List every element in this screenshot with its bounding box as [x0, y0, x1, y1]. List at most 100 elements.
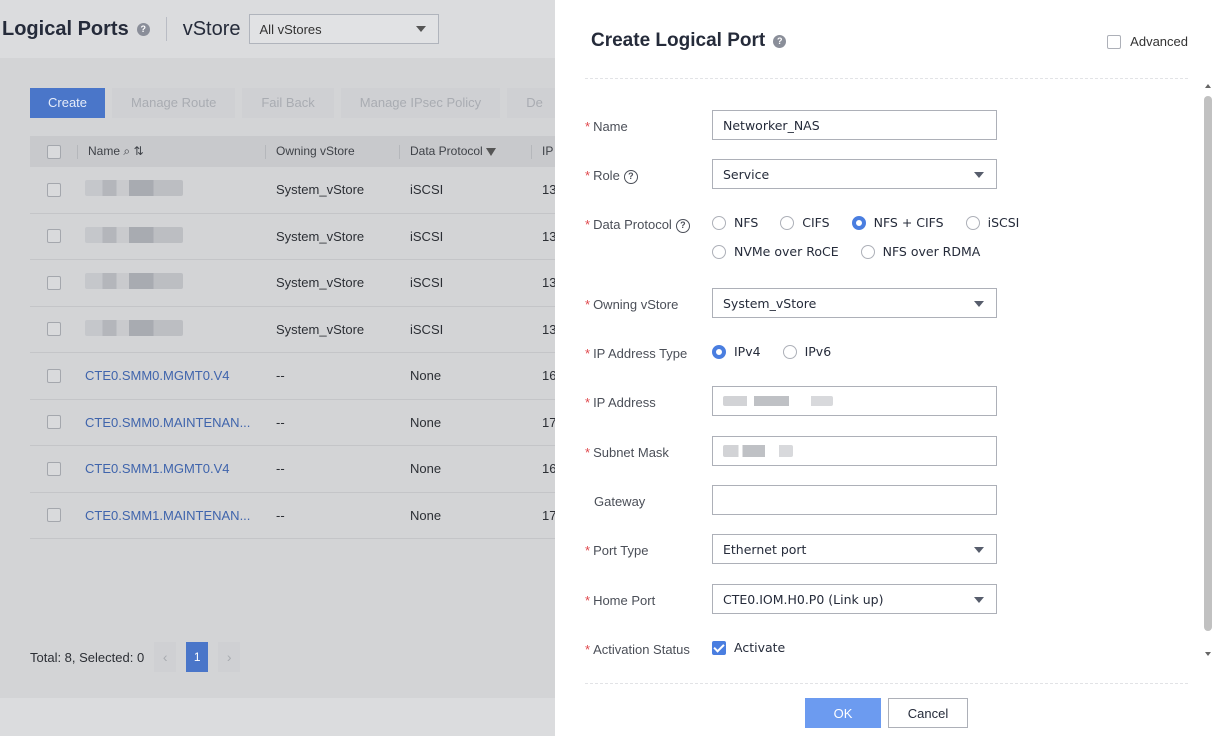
activate-toggle[interactable]: Activate: [712, 633, 785, 655]
row-checkbox[interactable]: [46, 508, 61, 523]
home-port-select[interactable]: CTE0.IOM.H0.P0 (Link up): [712, 584, 997, 614]
activation-status-label: Activation Status: [593, 642, 690, 657]
row-checkbox[interactable]: [46, 415, 61, 430]
sort-icon[interactable]: ⇅: [133, 144, 143, 158]
row-checkbox[interactable]: [46, 368, 61, 383]
row-checkbox[interactable]: [46, 229, 61, 244]
redacted-value: [723, 396, 833, 406]
radio-iscsi[interactable]: iSCSI: [965, 215, 1019, 230]
gateway-input[interactable]: [712, 485, 997, 515]
data-protocol-radio-group: NFS CIFS NFS + CIFS iSCSI NVMe over RoCE…: [712, 208, 1052, 259]
table-row[interactable]: System_vStore iSCSI 13: [30, 167, 560, 214]
port-type-select[interactable]: Ethernet port: [712, 534, 997, 564]
table-row[interactable]: CTE0.SMM1.MAINTENAN... -- None 17: [30, 493, 560, 539]
next-page-button[interactable]: ›: [218, 642, 241, 672]
activate-label: Activate: [734, 640, 786, 655]
drawer-title: Create Logical Port ?: [591, 30, 787, 52]
radio-nfs-over-rdma[interactable]: NFS over RDMA: [860, 244, 980, 259]
filter-icon[interactable]: [485, 147, 496, 156]
subnet-mask-row: * Subnet Mask: [585, 436, 997, 466]
radio-nfs-cifs[interactable]: NFS + CIFS: [851, 215, 944, 230]
manage-route-button[interactable]: Manage Route: [112, 88, 236, 118]
scroll-up-icon[interactable]: [1205, 84, 1211, 88]
ip-address-type-row: * IP Address Type IPv4 IPv6: [585, 337, 1052, 361]
vstore-select[interactable]: All vStores: [248, 14, 439, 44]
radio-ipv4[interactable]: IPv4: [712, 344, 761, 359]
advanced-toggle[interactable]: Advanced: [1107, 34, 1188, 49]
create-button[interactable]: Create: [30, 88, 106, 118]
delete-button[interactable]: De: [507, 88, 562, 118]
page-title: Logical Ports: [2, 17, 129, 40]
select-all-checkbox[interactable]: [46, 144, 61, 159]
port-name-link[interactable]: CTE0.SMM1.MAINTENAN...: [85, 508, 250, 523]
owning-vstore-cell: System_vStore: [276, 182, 365, 198]
table-row[interactable]: CTE0.SMM1.MGMT0.V4 -- None 16: [30, 446, 560, 493]
selection-summary: Total: 8, Selected: 0: [30, 649, 145, 665]
role-select[interactable]: Service: [712, 159, 997, 189]
data-protocol-cell: iSCSI: [410, 275, 444, 291]
data-protocol-row: * Data Protocol? NFS CIFS NFS + CIFS iSCS…: [585, 208, 1052, 259]
owning-vstore-row: * Owning vStore System_vStore: [585, 288, 997, 318]
chevron-down-icon: [974, 547, 984, 553]
logical-ports-card: Create Manage Route Fail Back Manage IPs…: [0, 58, 562, 698]
port-name-link[interactable]: CTE0.SMM0.MAINTENAN...: [85, 415, 250, 430]
page-number-button[interactable]: 1: [186, 642, 209, 672]
radio-nvme-over-roce[interactable]: NVMe over RoCE: [712, 244, 839, 259]
toolbar: Create Manage Route Fail Back Manage IPs…: [30, 88, 562, 118]
help-icon[interactable]: ?: [623, 169, 638, 184]
row-checkbox[interactable]: [46, 182, 61, 197]
prev-page-button[interactable]: ‹: [154, 642, 177, 672]
cancel-button[interactable]: Cancel: [888, 698, 968, 728]
table-row[interactable]: System_vStore iSCSI 13: [30, 307, 560, 353]
subnet-mask-input[interactable]: [712, 436, 997, 466]
chevron-down-icon: [974, 597, 984, 603]
manage-ipsec-policy-button[interactable]: Manage IPsec Policy: [340, 88, 501, 118]
search-icon[interactable]: ⌕: [123, 144, 130, 158]
radio-circle: [965, 215, 980, 230]
radio-cifs[interactable]: CIFS: [780, 215, 830, 230]
table-row[interactable]: System_vStore iSCSI 13: [30, 260, 560, 307]
ok-button[interactable]: OK: [805, 698, 881, 728]
scroll-thumb[interactable]: [1204, 96, 1212, 631]
role-row: * Role? Service: [585, 159, 997, 189]
table-row[interactable]: System_vStore iSCSI 13: [30, 214, 560, 260]
home-port-label: Home Port: [593, 593, 656, 608]
redacted-name: [85, 319, 183, 336]
owning-vstore-select[interactable]: System_vStore: [712, 288, 997, 318]
owning-vstore-cell: --: [276, 368, 285, 384]
chevron-down-icon: [974, 172, 984, 178]
radio-circle: [780, 215, 795, 230]
owning-vstore-cell: System_vStore: [276, 321, 365, 337]
name-input[interactable]: Networker_NAS: [712, 110, 997, 140]
info-icon[interactable]: ?: [773, 34, 787, 48]
vstore-select-value: All vStores: [259, 21, 322, 37]
radio-circle: [712, 244, 726, 259]
port-name-link[interactable]: CTE0.SMM1.MGMT0.V4: [85, 461, 229, 476]
form-scrollbar[interactable]: [1203, 80, 1213, 660]
data-protocol-cell: None: [410, 507, 442, 523]
advanced-label: Advanced: [1130, 34, 1188, 49]
advanced-checkbox[interactable]: [1107, 34, 1122, 49]
port-name-link[interactable]: CTE0.SMM0.MGMT0.V4: [85, 368, 229, 383]
chevron-down-icon: [415, 26, 426, 32]
row-checkbox[interactable]: [46, 275, 61, 290]
info-icon[interactable]: ?: [136, 22, 150, 36]
row-checkbox[interactable]: [46, 461, 61, 476]
help-icon[interactable]: ?: [675, 218, 690, 233]
ip-address-input[interactable]: [712, 386, 997, 416]
owning-vstore-cell: --: [276, 507, 285, 523]
radio-nfs[interactable]: NFS: [712, 215, 758, 230]
pagination: Total: 8, Selected: 0 ‹ 1 ›: [30, 642, 241, 672]
fail-back-button[interactable]: Fail Back: [242, 88, 334, 118]
activate-checkbox[interactable]: [712, 640, 726, 655]
table-row[interactable]: CTE0.SMM0.MAINTENAN... -- None 17: [30, 400, 560, 446]
header-divider: [165, 17, 167, 41]
ip-address-type-label: IP Address Type: [593, 346, 688, 361]
scroll-down-icon[interactable]: [1205, 652, 1211, 656]
table-row[interactable]: CTE0.SMM0.MGMT0.V4 -- None 16: [30, 353, 560, 400]
home-port-row: * Home Port CTE0.IOM.H0.P0 (Link up): [585, 584, 997, 614]
redacted-name: [85, 180, 183, 197]
column-name[interactable]: Name ⌕ ⇅: [77, 144, 265, 159]
radio-ipv6[interactable]: IPv6: [782, 344, 831, 359]
row-checkbox[interactable]: [46, 322, 61, 337]
